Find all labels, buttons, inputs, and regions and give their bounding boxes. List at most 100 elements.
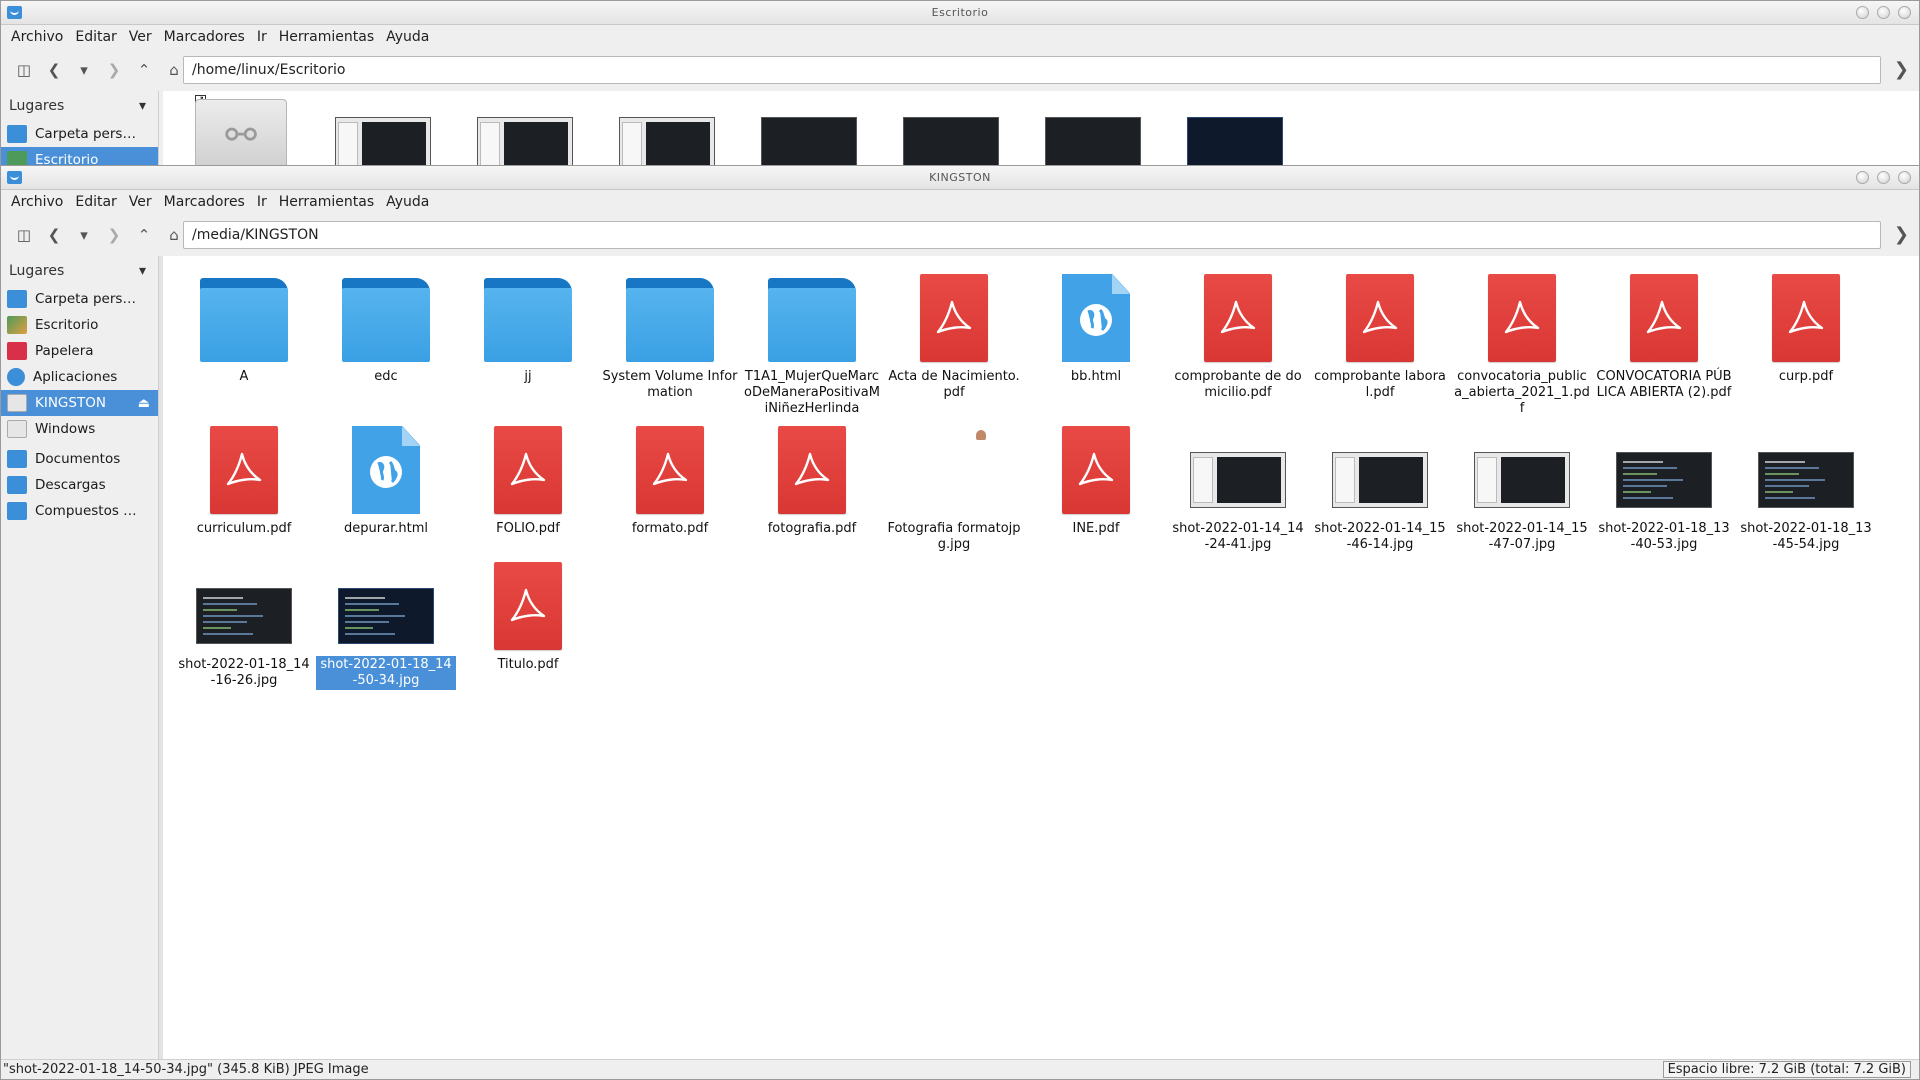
location-input[interactable]: /media/KINGSTON [183, 221, 1881, 249]
sidebar-item-descargas[interactable]: Descargas [1, 472, 158, 498]
location-input[interactable]: /home/linux/Escritorio [183, 56, 1881, 84]
sidebar-item-kingston[interactable]: KINGSTON ⏏ [1, 390, 158, 416]
file-item[interactable]: shot-2022-01-18_13-45-54.jpg [1735, 414, 1877, 554]
sidebar-item-escritorio[interactable]: Escritorio [1, 147, 158, 165]
file-item[interactable]: shot-2022-01-14_14-24-41.jpg [1167, 414, 1309, 554]
file-item[interactable]: comprobante laboral.pdf [1309, 262, 1451, 402]
up-icon[interactable]: ⌃ [129, 220, 159, 250]
file-name: fotografia.pdf [767, 521, 857, 536]
sidebar-item-carpeta-personal[interactable]: Carpeta pers… [1, 286, 158, 312]
file-item[interactable]: curp.pdf [1735, 262, 1877, 386]
file-item[interactable]: FOLIO.pdf [457, 414, 599, 538]
folder-item[interactable]: System Volume Information [599, 262, 741, 402]
file-item[interactable]: comprobante de domicilio.pdf [1167, 262, 1309, 402]
file-item[interactable]: curriculum.pdf [173, 414, 315, 538]
folder-item[interactable]: jj [457, 262, 599, 386]
menu-ver[interactable]: Ver [123, 194, 158, 210]
menu-archivo[interactable]: Archivo [5, 29, 69, 45]
screenshot-thumbnail[interactable] [1045, 117, 1141, 165]
sidebar-item-documentos[interactable]: Documentos [1, 446, 158, 472]
go-arrow-icon[interactable]: ❯ [1894, 224, 1909, 245]
file-item[interactable]: depurar.html [315, 414, 457, 538]
titlebar[interactable]: KINGSTON [1, 166, 1919, 190]
back-icon[interactable]: ❮ [39, 55, 69, 85]
sidebar-header[interactable]: Lugares ▾ [1, 91, 158, 121]
file-item[interactable]: fotografia.pdf [741, 414, 883, 538]
file-item[interactable]: shot-2022-01-18_14-16-26.jpg [173, 550, 315, 690]
file-item[interactable]: shot-2022-01-18_14-50-34.jpg [315, 550, 457, 690]
file-item[interactable]: Acta de Nacimiento.pdf [883, 262, 1025, 402]
file-name: INE.pdf [1072, 521, 1120, 536]
sidebar-header[interactable]: Lugares ▾ [1, 256, 158, 286]
menu-ver[interactable]: Ver [123, 29, 158, 45]
file-item[interactable]: shot-2022-01-18_13-40-53.jpg [1593, 414, 1735, 554]
menu-editar[interactable]: Editar [69, 194, 122, 210]
maximize-button[interactable] [1877, 171, 1890, 184]
menu-archivo[interactable]: Archivo [5, 194, 69, 210]
folder-item[interactable]: T1A1_MujerQueMarcoDeManeraPositivaMiNiñe… [741, 262, 883, 418]
pdf-file-icon [494, 562, 562, 650]
close-button[interactable] [1898, 171, 1911, 184]
file-item[interactable]: shot-2022-01-14_15-46-14.jpg [1309, 414, 1451, 554]
sidebar-item-windows[interactable]: Windows [1, 416, 158, 442]
back-icon[interactable]: ❮ [39, 220, 69, 250]
file-item[interactable]: formato.pdf [599, 414, 741, 538]
menu-ir[interactable]: Ir [251, 29, 273, 45]
desktop-file-view[interactable]: ↗ ⚯ [163, 91, 1919, 165]
sidebar-item-carpeta-personal[interactable]: Carpeta pers… [1, 121, 158, 147]
file-item[interactable]: Titulo.pdf [457, 550, 599, 674]
menu-marcadores[interactable]: Marcadores [158, 194, 251, 210]
menu-ayuda[interactable]: Ayuda [380, 29, 435, 45]
menu-ayuda[interactable]: Ayuda [380, 194, 435, 210]
sidebar-item-escritorio[interactable]: Escritorio [1, 312, 158, 338]
eject-icon[interactable]: ⏏ [138, 396, 150, 411]
menu-herramientas[interactable]: Herramientas [273, 194, 380, 210]
desktop-icon [7, 316, 27, 334]
file-item[interactable]: shot-2022-01-14_15-47-07.jpg [1451, 414, 1593, 554]
titlebar[interactable]: Escritorio [1, 1, 1919, 25]
file-item[interactable]: CONVOCATORIA PÚBLICA ABIERTA (2).pdf [1593, 262, 1735, 402]
menu-editar[interactable]: Editar [69, 29, 122, 45]
usb-drive-shortcut[interactable]: ⚯ [195, 99, 287, 165]
up-icon[interactable]: ⌃ [129, 55, 159, 85]
file-item[interactable]: INE.pdf [1025, 414, 1167, 538]
screenshot-thumbnail[interactable] [477, 117, 573, 165]
screenshot-thumbnail[interactable] [761, 117, 857, 165]
close-button[interactable] [1898, 6, 1911, 19]
sidebar-item-compuestos[interactable]: Compuestos … [1, 498, 158, 524]
screenshot-thumbnail[interactable] [903, 117, 999, 165]
folder-icon [200, 278, 288, 362]
menu-herramientas[interactable]: Herramientas [273, 29, 380, 45]
history-dropdown-icon[interactable]: ▾ [69, 55, 99, 85]
forward-icon[interactable]: ❯ [99, 55, 129, 85]
pdf-file-icon [1488, 274, 1556, 362]
pdf-file-icon [1772, 274, 1840, 362]
minimize-button[interactable] [1856, 6, 1869, 19]
sidebar-item-papelera[interactable]: Papelera [1, 338, 158, 364]
forward-icon[interactable]: ❯ [99, 220, 129, 250]
new-tab-icon[interactable]: ◫ [9, 220, 39, 250]
file-view[interactable]: Aedc jj System Volume Information T1A1_Muje… [163, 256, 1919, 1059]
folder-item[interactable]: A [173, 262, 315, 386]
minimize-button[interactable] [1856, 171, 1869, 184]
chevron-down-icon[interactable]: ▾ [139, 263, 146, 279]
go-arrow-icon[interactable]: ❯ [1894, 59, 1909, 80]
file-item[interactable]: Fotografia formatojpg.jpg [883, 414, 1025, 554]
maximize-button[interactable] [1877, 6, 1890, 19]
menu-marcadores[interactable]: Marcadores [158, 29, 251, 45]
screenshot-thumbnail[interactable] [619, 117, 715, 165]
menu-ir[interactable]: Ir [251, 194, 273, 210]
history-dropdown-icon[interactable]: ▾ [69, 220, 99, 250]
folder-item[interactable]: edc [315, 262, 457, 386]
file-item[interactable]: convocatoria_publica_abierta_2021_1.pdf [1451, 262, 1593, 418]
sidebar-item-aplicaciones[interactable]: Aplicaciones [1, 364, 158, 390]
sidebar: Lugares ▾ Carpeta pers… Escritorio Papel… [1, 256, 159, 1059]
new-tab-icon[interactable]: ◫ [9, 55, 39, 85]
pdf-file-icon [1630, 274, 1698, 362]
chevron-down-icon[interactable]: ▾ [139, 98, 146, 114]
file-item[interactable]: bb.html [1025, 262, 1167, 386]
screenshot-thumbnail[interactable] [1187, 117, 1283, 165]
pdf-file-icon [920, 274, 988, 362]
screenshot-thumbnail[interactable] [335, 117, 431, 165]
sidebar-item-label: Documentos [35, 451, 121, 467]
